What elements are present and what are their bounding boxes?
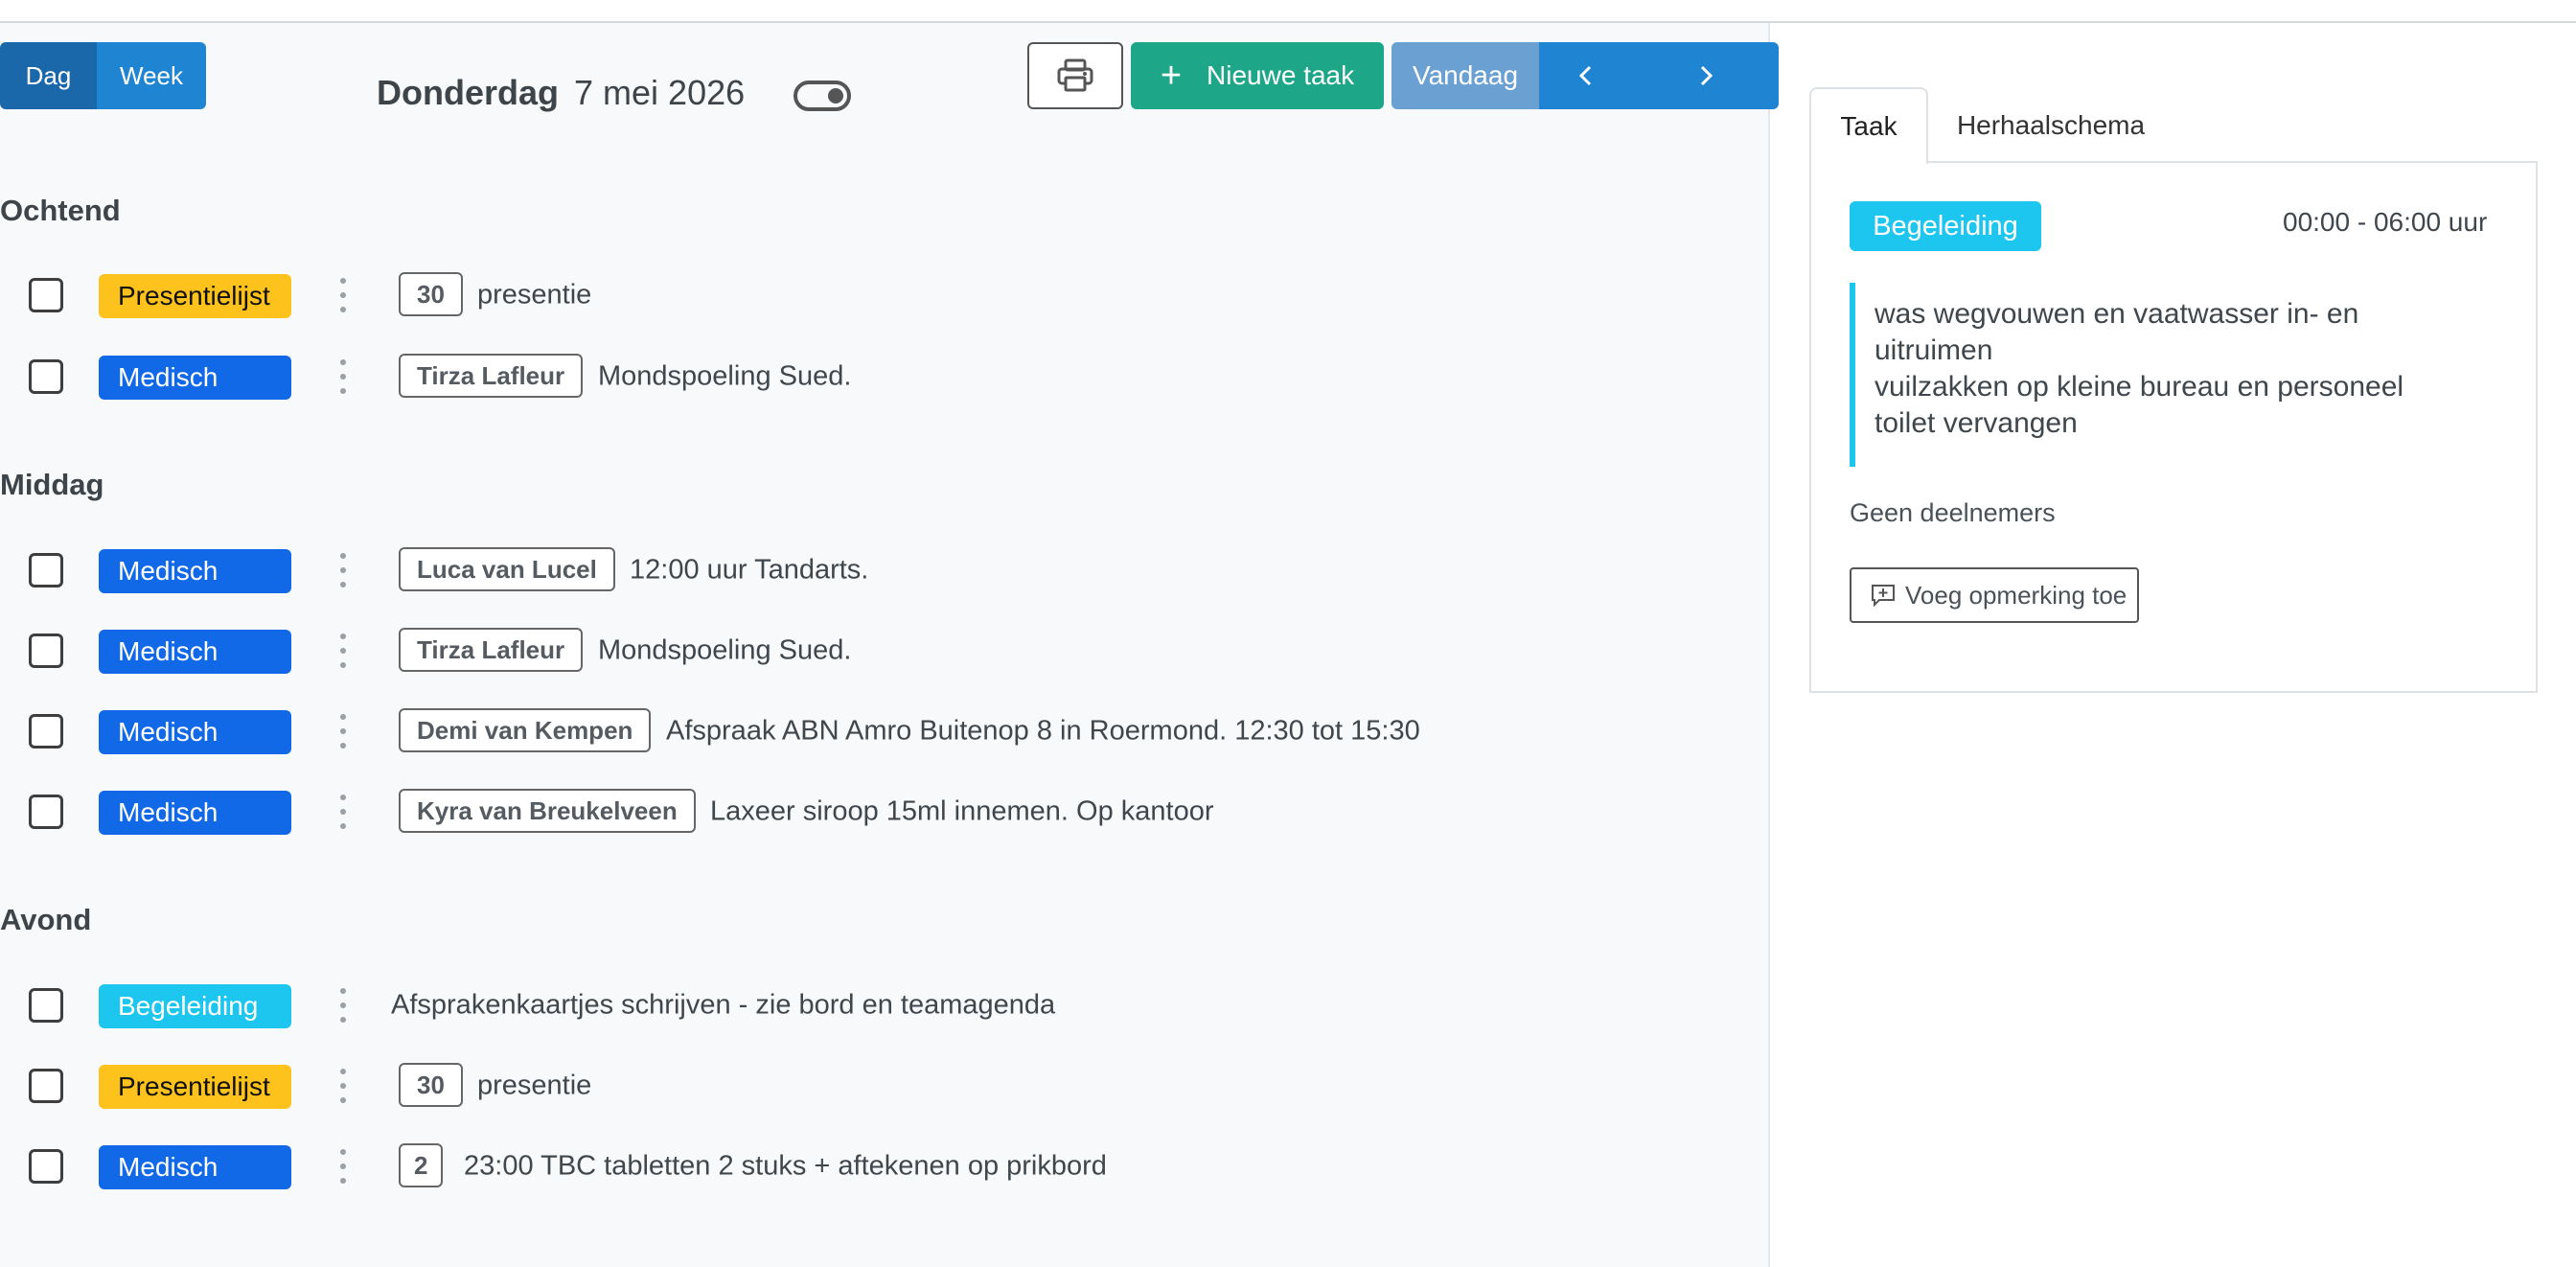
new-task-label: Nieuwe taak bbox=[1207, 60, 1355, 90]
kebab-menu-icon[interactable] bbox=[337, 359, 349, 394]
category-tag: Begeleiding bbox=[99, 984, 291, 1028]
toggle-knob bbox=[828, 88, 843, 104]
view-toggle-group: Dag Week bbox=[0, 42, 206, 109]
chevron-left-icon bbox=[1578, 65, 1592, 86]
count-badge: 30 bbox=[399, 272, 463, 316]
task-checkbox[interactable] bbox=[29, 1069, 63, 1103]
kebab-menu-icon[interactable] bbox=[337, 1069, 349, 1103]
toggle-switch[interactable] bbox=[794, 81, 851, 111]
section-title-avond: Avond bbox=[0, 903, 92, 936]
count-badge: 2 bbox=[399, 1143, 444, 1187]
task-checkbox[interactable] bbox=[29, 714, 63, 749]
kebab-menu-icon[interactable] bbox=[337, 1149, 349, 1184]
task-checkbox[interactable] bbox=[29, 795, 63, 829]
note-line: toilet vervangen bbox=[1874, 407, 2078, 439]
client-badge: Kyra van Breukelveen bbox=[399, 789, 696, 833]
detail-category-tag: Begeleiding bbox=[1850, 201, 2041, 251]
category-tag: Medisch bbox=[99, 710, 291, 754]
count-badge: 30 bbox=[399, 1063, 463, 1107]
task-checkbox[interactable] bbox=[29, 553, 63, 587]
category-tag: Medisch bbox=[99, 1145, 291, 1189]
date-navigation: Vandaag bbox=[1392, 42, 1779, 109]
task-text: presentie bbox=[477, 1070, 592, 1101]
task-checkbox[interactable] bbox=[29, 634, 63, 668]
kebab-menu-icon[interactable] bbox=[337, 634, 349, 668]
task-row[interactable]: Presentielijst 30 presentie bbox=[0, 272, 1763, 318]
category-tag: Medisch bbox=[99, 356, 291, 400]
task-checkbox[interactable] bbox=[29, 359, 63, 394]
note-line: was wegvouwen en vaatwasser in- en bbox=[1874, 298, 2359, 330]
task-text: presentie bbox=[477, 279, 592, 311]
section-title-ochtend: Ochtend bbox=[0, 194, 121, 227]
task-row[interactable]: Medisch 2 23:00 TBC tabletten 2 stuks + … bbox=[0, 1143, 1763, 1189]
chevron-right-icon bbox=[1700, 65, 1714, 86]
kebab-menu-icon[interactable] bbox=[337, 795, 349, 829]
task-row[interactable]: Medisch Demi van Kempen Afspraak ABN Amr… bbox=[0, 708, 1763, 754]
category-tag: Medisch bbox=[99, 630, 291, 674]
task-checkbox[interactable] bbox=[29, 278, 63, 312]
category-tag: Medisch bbox=[99, 549, 291, 593]
task-checkbox[interactable] bbox=[29, 1149, 63, 1184]
task-text: Mondspoeling Sued. bbox=[598, 360, 852, 392]
task-text: Mondspoeling Sued. bbox=[598, 634, 852, 666]
task-text: Afspraak ABN Amro Buitenop 8 in Roermond… bbox=[666, 715, 1420, 747]
comment-plus-icon bbox=[1872, 585, 1895, 607]
tab-herhaalschema[interactable]: Herhaalschema bbox=[1928, 87, 2174, 164]
next-day-button[interactable] bbox=[1633, 42, 1779, 109]
client-badge: Demi van Kempen bbox=[399, 708, 652, 752]
today-button[interactable]: Vandaag bbox=[1392, 42, 1539, 109]
view-week-button[interactable]: Week bbox=[97, 42, 206, 109]
add-remark-label: Voeg opmerking toe bbox=[1905, 580, 2128, 610]
plus-icon: + bbox=[1160, 56, 1183, 96]
print-button[interactable] bbox=[1027, 42, 1123, 109]
client-badge: Tirza Lafleur bbox=[399, 628, 584, 672]
category-tag: Presentielijst bbox=[99, 1065, 291, 1109]
new-task-button[interactable]: + Nieuwe taak bbox=[1131, 42, 1384, 109]
task-row[interactable]: Begeleiding Afsprakenkaartjes schrijven … bbox=[0, 982, 1763, 1028]
section-title-middag: Middag bbox=[0, 468, 104, 501]
task-row[interactable]: Medisch Tirza Lafleur Mondspoeling Sued. bbox=[0, 628, 1763, 674]
task-row[interactable]: Presentielijst 30 presentie bbox=[0, 1063, 1763, 1109]
task-text: Afsprakenkaartjes schrijven - zie bord e… bbox=[391, 989, 1056, 1021]
kebab-menu-icon[interactable] bbox=[337, 988, 349, 1023]
add-remark-button[interactable]: Voeg opmerking toe bbox=[1850, 567, 2139, 623]
kebab-menu-icon[interactable] bbox=[337, 278, 349, 312]
category-tag: Presentielijst bbox=[99, 274, 291, 318]
view-day-button[interactable]: Dag bbox=[0, 42, 97, 109]
client-badge: Luca van Lucel bbox=[399, 547, 615, 591]
previous-day-button[interactable] bbox=[1539, 42, 1633, 109]
task-text: Laxeer siroop 15ml innemen. Op kantoor bbox=[710, 795, 1214, 827]
task-text: 23:00 TBC tabletten 2 stuks + aftekenen … bbox=[464, 1150, 1107, 1182]
task-checkbox[interactable] bbox=[29, 988, 63, 1023]
task-row[interactable]: Medisch Luca van Lucel 12:00 uur Tandart… bbox=[0, 547, 1763, 593]
participants-label: Geen deelnemers bbox=[1850, 498, 2056, 527]
note-line: vuilzakken op kleine bureau en personeel bbox=[1874, 371, 2404, 403]
kebab-menu-icon[interactable] bbox=[337, 714, 349, 749]
current-date: Donderdag 7 mei 2026 bbox=[377, 73, 745, 113]
note-line: uitruimen bbox=[1874, 334, 1993, 366]
date-label: 7 mei 2026 bbox=[574, 73, 746, 112]
detail-time-range: 00:00 - 06:00 uur bbox=[2283, 207, 2488, 237]
category-tag: Medisch bbox=[99, 791, 291, 835]
top-border bbox=[0, 0, 2576, 23]
detail-tabs: Taak Herhaalschema bbox=[1809, 87, 2174, 164]
kebab-menu-icon[interactable] bbox=[337, 553, 349, 587]
client-badge: Tirza Lafleur bbox=[399, 354, 584, 398]
weekday-label: Donderdag bbox=[377, 73, 560, 112]
printer-icon bbox=[1057, 58, 1093, 92]
task-row[interactable]: Medisch Tirza Lafleur Mondspoeling Sued. bbox=[0, 354, 1763, 400]
tab-taak[interactable]: Taak bbox=[1809, 87, 1928, 164]
task-text: 12:00 uur Tandarts. bbox=[630, 554, 869, 586]
task-row[interactable]: Medisch Kyra van Breukelveen Laxeer siro… bbox=[0, 789, 1763, 835]
task-note: was wegvouwen en vaatwasser in- en uitru… bbox=[1850, 283, 2501, 467]
